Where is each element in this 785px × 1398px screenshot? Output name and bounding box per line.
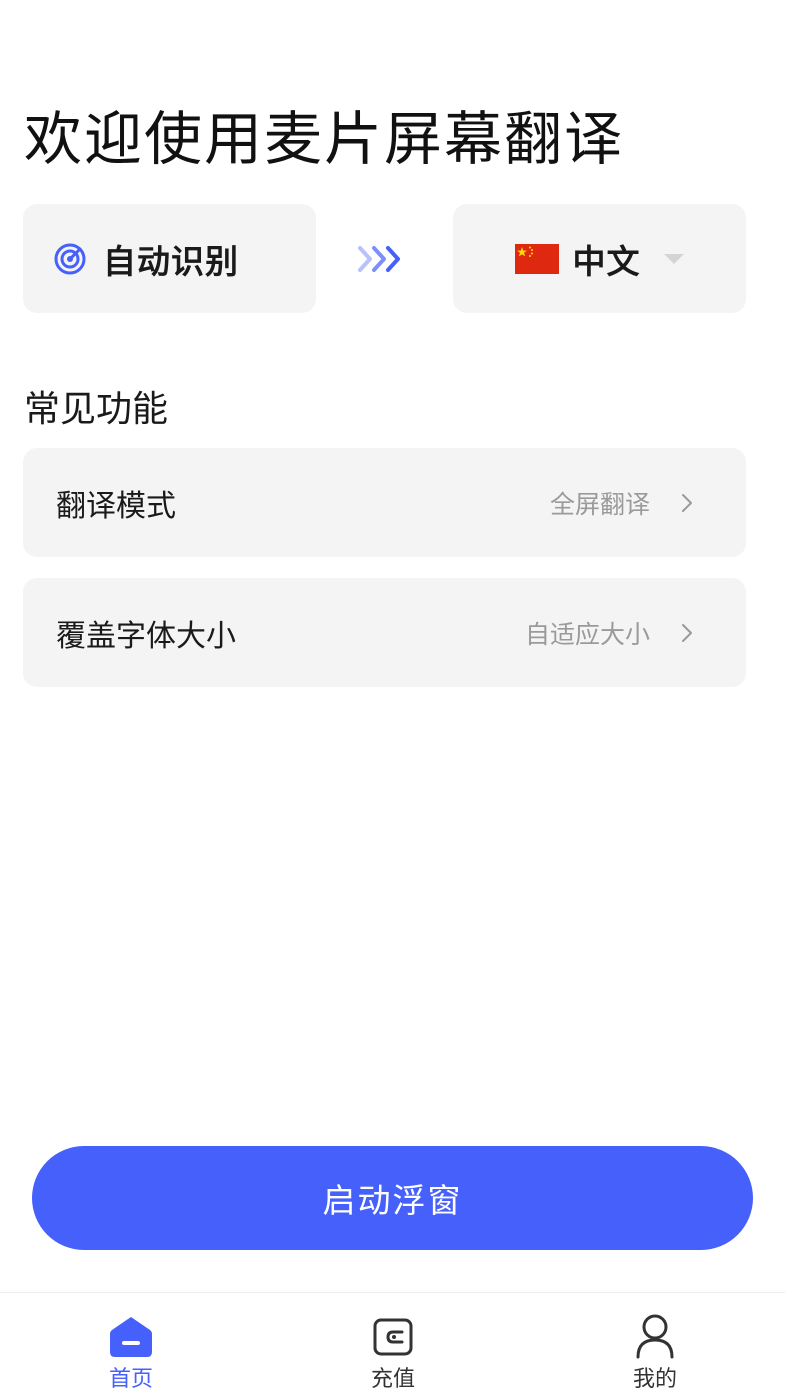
setting-label: 覆盖字体大小 xyxy=(56,618,236,654)
chevron-right-icon xyxy=(680,622,694,644)
tab-label: 首页 xyxy=(108,1367,153,1392)
setting-value: 全屏翻译 xyxy=(549,489,650,519)
tab-label: 我的 xyxy=(632,1367,677,1392)
setting-label: 翻译模式 xyxy=(56,488,176,524)
wallet-icon xyxy=(371,1313,415,1359)
tab-recharge[interactable]: 充值 xyxy=(313,1293,473,1398)
target-radar-icon xyxy=(53,242,87,276)
china-flag-icon xyxy=(514,243,559,274)
tab-home[interactable]: 首页 xyxy=(51,1293,211,1398)
overlay-font-size-row[interactable]: 覆盖字体大小 自适应大小 xyxy=(23,578,746,687)
tab-label: 充值 xyxy=(370,1367,415,1392)
triple-chevron-right-icon[interactable] xyxy=(356,242,412,276)
bottom-tab-bar: 首页 充值 我的 xyxy=(0,1292,785,1398)
target-language-dropdown[interactable]: 中文 xyxy=(453,204,746,313)
source-language-label: 自动识别 xyxy=(103,241,239,281)
chevron-right-icon xyxy=(680,492,694,514)
home-icon xyxy=(109,1313,153,1359)
tab-profile[interactable]: 我的 xyxy=(575,1293,735,1398)
target-language-label: 中文 xyxy=(572,241,641,281)
setting-value: 自适应大小 xyxy=(524,619,650,649)
launch-floating-window-button[interactable]: 启动浮窗 xyxy=(32,1146,753,1250)
user-icon xyxy=(633,1313,677,1359)
caret-down-icon xyxy=(663,253,685,265)
language-selector: 自动识别 中文 xyxy=(23,204,746,313)
page-title: 欢迎使用麦片屏幕翻译 xyxy=(24,105,625,173)
source-language-button[interactable]: 自动识别 xyxy=(23,204,316,313)
home-screen: 欢迎使用麦片屏幕翻译 自动识别 中文 常见功能 翻译模式 全屏翻译 覆盖字体大小… xyxy=(0,0,785,1398)
translation-mode-row[interactable]: 翻译模式 全屏翻译 xyxy=(23,448,746,557)
section-title: 常见功能 xyxy=(24,389,169,430)
